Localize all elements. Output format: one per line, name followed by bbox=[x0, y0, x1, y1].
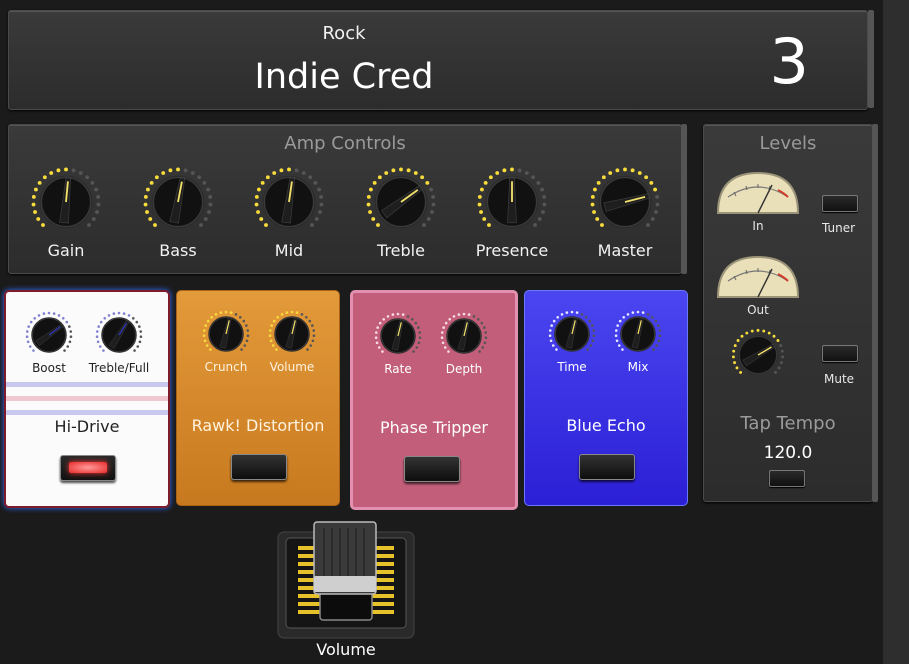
pedal-name: Phase Tripper bbox=[379, 418, 489, 437]
output-meter-label: Out bbox=[747, 303, 769, 317]
treble-label: Treble bbox=[377, 241, 425, 260]
preset-name: Indie Cred bbox=[254, 57, 434, 97]
rate-label: Rate bbox=[384, 362, 412, 376]
bass-knob[interactable]: Bass bbox=[123, 165, 233, 260]
amp-panel-edge bbox=[681, 124, 687, 274]
tap-tempo-label: Tap Tempo bbox=[740, 413, 836, 434]
rate-knob[interactable]: Rate bbox=[367, 311, 429, 376]
master-knob[interactable]: Master bbox=[570, 165, 680, 260]
pedal-stripe bbox=[6, 396, 168, 401]
mix-knob[interactable]: Mix bbox=[607, 309, 669, 374]
rawk-distortion-footswitch[interactable] bbox=[231, 454, 287, 480]
header-edge bbox=[868, 10, 874, 108]
mute-button[interactable] bbox=[822, 345, 858, 362]
mid-label: Mid bbox=[274, 241, 304, 260]
volume-pedal[interactable] bbox=[276, 520, 416, 640]
boost-label: Boost bbox=[32, 361, 66, 375]
treble-full-label: Treble/Full bbox=[88, 361, 150, 375]
preset-header[interactable]: Rock Indie Cred 3 bbox=[8, 10, 868, 110]
pedal-phase-tripper[interactable]: Rate Depth Phase Tripper bbox=[350, 290, 518, 510]
window-edge bbox=[883, 0, 909, 664]
boost-knob[interactable]: Boost bbox=[18, 310, 80, 375]
blue-echo-footswitch[interactable] bbox=[579, 454, 635, 480]
depth-knob[interactable]: Depth bbox=[433, 311, 495, 376]
crunch-label: Crunch bbox=[204, 360, 248, 374]
pedal-name: Rawk! Distortion bbox=[191, 416, 325, 435]
treble-knob[interactable]: Treble bbox=[346, 165, 456, 260]
volume-pedal-label: Volume bbox=[316, 640, 376, 659]
presence-label: Presence bbox=[475, 241, 549, 260]
pedal-stripe bbox=[6, 382, 168, 387]
preset-category: Rock bbox=[322, 23, 366, 44]
time-label: Time bbox=[557, 360, 587, 374]
mix-label: Mix bbox=[627, 360, 649, 374]
bass-label: Bass bbox=[159, 241, 197, 260]
hi-drive-footswitch[interactable] bbox=[60, 455, 116, 481]
pedal-name: Hi-Drive bbox=[54, 417, 120, 436]
amp-controls-title: Amp Controls bbox=[284, 133, 406, 154]
preset-number: 3 bbox=[769, 25, 809, 98]
crunch-knob[interactable]: Crunch bbox=[195, 309, 257, 374]
phase-tripper-footswitch[interactable] bbox=[404, 456, 460, 482]
tempo-value: 120.0 bbox=[763, 443, 813, 463]
tap-tempo-button[interactable] bbox=[769, 470, 805, 487]
volume-label: Volume bbox=[269, 360, 315, 374]
pedal-blue-echo[interactable]: Time Mix Blue Echo bbox=[524, 290, 688, 506]
pedal-name: Blue Echo bbox=[566, 416, 646, 435]
treble-full-knob[interactable]: Treble/Full bbox=[88, 310, 150, 375]
output-meter bbox=[716, 255, 800, 298]
pedal-hi-drive[interactable]: Boost Treble/Full Hi-Drive bbox=[4, 290, 170, 508]
levels-panel-edge bbox=[872, 124, 878, 502]
amp-controls-panel: Amp Controls Gain Bass Mid Treble Presen… bbox=[8, 124, 682, 274]
tuner-button[interactable] bbox=[822, 195, 858, 212]
output-level-knob[interactable] bbox=[728, 327, 788, 383]
pedal-stripe bbox=[6, 410, 168, 415]
mute-label: Mute bbox=[824, 372, 855, 386]
input-meter-label: In bbox=[752, 219, 764, 233]
led-on-indicator bbox=[69, 462, 107, 473]
presence-knob[interactable]: Presence bbox=[457, 165, 567, 260]
tuner-label: Tuner bbox=[822, 221, 856, 235]
volume-knob[interactable]: Volume bbox=[261, 309, 323, 374]
master-label: Master bbox=[597, 241, 653, 260]
input-meter bbox=[716, 171, 800, 214]
gain-knob[interactable]: Gain bbox=[11, 165, 121, 260]
pedal-rawk-distortion[interactable]: Crunch Volume Rawk! Distortion bbox=[176, 290, 340, 506]
levels-title: Levels bbox=[759, 133, 817, 154]
time-knob[interactable]: Time bbox=[541, 309, 603, 374]
levels-panel: Levels In Tuner Out Mute Tap Tempo 120.0 bbox=[703, 124, 873, 502]
gain-label: Gain bbox=[47, 241, 85, 260]
depth-label: Depth bbox=[445, 362, 483, 376]
mid-knob[interactable]: Mid bbox=[234, 165, 344, 260]
